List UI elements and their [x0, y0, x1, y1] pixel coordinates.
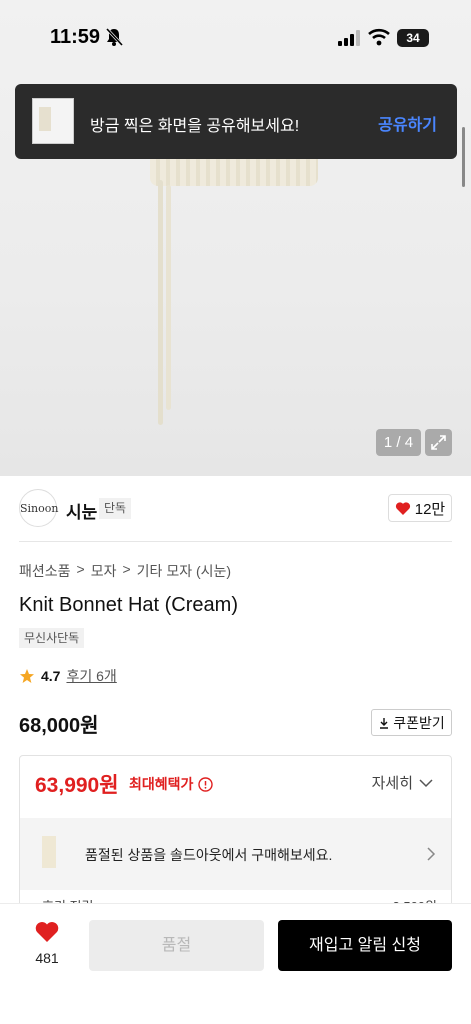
status-time: 11:59 — [50, 26, 101, 48]
coupon-button[interactable]: 쿠폰받기 — [371, 709, 452, 736]
wishlist-count: 481 — [35, 950, 59, 966]
status-bar: 11:59 34 — [0, 0, 471, 74]
heart-icon — [395, 501, 410, 515]
brand-exclusive-badge: 단독 — [99, 498, 132, 519]
battery-icon: 34 — [397, 29, 429, 47]
chevron-down-icon — [419, 778, 433, 787]
share-button[interactable]: 공유하기 — [378, 111, 437, 135]
detail-label: 자세히 — [371, 775, 413, 792]
benefit-box: 63,990원 최대혜택가 자세히 품절된 상품을 솔드아웃에서 구매해보세요.… — [19, 755, 452, 915]
hat-string-image — [166, 185, 171, 410]
hat-string-image — [158, 180, 163, 425]
breadcrumb: 패션소품 > 모자 > 기타 모자 (시눈) — [19, 561, 231, 581]
signal-icon — [338, 30, 360, 46]
rating-score: 4.7 — [41, 668, 61, 684]
brand-logo[interactable]: Sinoon — [19, 489, 58, 527]
bell-muted-icon — [105, 27, 124, 47]
brand-like-count: 12만 — [414, 500, 446, 518]
chevron-right-icon: > — [122, 561, 131, 577]
wifi-icon — [368, 28, 390, 46]
wishlist-button[interactable]: 481 — [28, 921, 66, 966]
info-icon[interactable] — [198, 776, 214, 792]
breadcrumb-item[interactable]: 기타 모자 (시눈) — [137, 561, 231, 581]
breadcrumb-item[interactable]: 모자 — [91, 561, 117, 581]
chevron-right-icon — [427, 847, 436, 861]
scroll-indicator[interactable] — [462, 127, 465, 187]
divider — [19, 541, 452, 542]
product-price: 68,000원 — [19, 715, 99, 737]
toast-message: 방금 찍은 화면을 공유해보세요! — [90, 118, 300, 135]
heart-icon — [35, 922, 59, 942]
detail-toggle[interactable]: 자세히 — [372, 772, 433, 793]
max-benefit-label: 최대혜택가 — [129, 774, 214, 794]
sale-price: 63,990원 — [35, 774, 119, 797]
rating-row: 4.7 후기 6개 — [19, 666, 117, 686]
soldout-message: 품절된 상품을 솔드아웃에서 구매해보세요. — [85, 847, 333, 863]
soldout-promo[interactable]: 품절된 상품을 솔드아웃에서 구매해보세요. — [20, 818, 451, 890]
review-link[interactable]: 후기 6개 — [66, 666, 116, 686]
breadcrumb-item[interactable]: 패션소품 — [19, 561, 71, 581]
star-icon — [20, 669, 34, 683]
max-benefit-text: 최대혜택가 — [129, 776, 194, 792]
screenshot-thumbnail[interactable] — [32, 98, 74, 144]
restock-alert-button[interactable]: 재입고 알림 신청 — [278, 920, 452, 971]
product-title: Knit Bonnet Hat (Cream) — [19, 594, 238, 616]
download-icon — [380, 717, 389, 729]
soldout-thumbnail — [42, 836, 56, 868]
gallery-counter: 1 / 4 — [376, 429, 421, 456]
chevron-right-icon: > — [76, 561, 85, 577]
expand-icon[interactable] — [425, 429, 452, 456]
coupon-label: 쿠폰받기 — [393, 714, 445, 731]
exclusive-badge: 무신사단독 — [19, 628, 85, 648]
brand-name[interactable]: 시눈 — [66, 498, 97, 523]
soldout-button[interactable]: 품절 — [89, 920, 264, 971]
brand-like-button[interactable]: 12만 — [388, 494, 452, 522]
share-toast: 방금 찍은 화면을 공유해보세요! 공유하기 — [15, 84, 457, 159]
bottom-action-bar: 481 품절 재입고 알림 신청 — [0, 903, 471, 1024]
